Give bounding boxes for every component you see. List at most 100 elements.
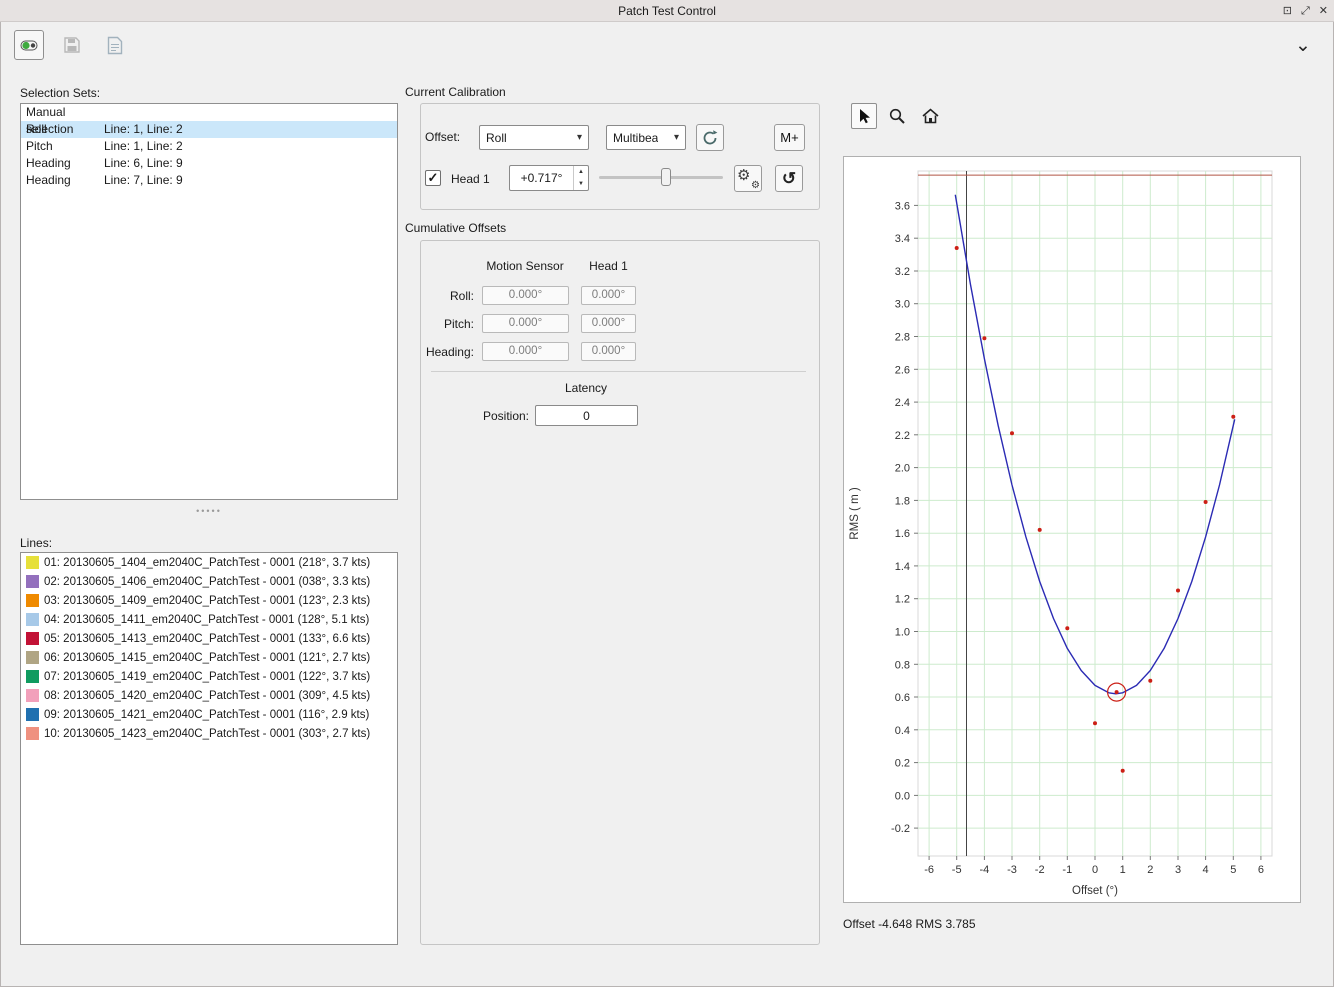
line-label: 04: 20130605_1411_em2040C_PatchTest - 00… — [44, 614, 369, 626]
patch-test-control-window: Patch Test Control ⊡ ⤢ ✕ — [0, 0, 1334, 987]
svg-text:1.8: 1.8 — [895, 495, 910, 507]
head1-offset-field: 0.000° — [581, 342, 636, 361]
line-color-swatch — [26, 556, 39, 569]
svg-text:0.4: 0.4 — [895, 725, 910, 737]
svg-text:-5: -5 — [952, 864, 962, 876]
line-item[interactable]: 05: 20130605_1413_em2040C_PatchTest - 00… — [21, 629, 397, 648]
svg-text:4: 4 — [1203, 864, 1209, 876]
checkmark-icon: ✓ — [428, 171, 439, 184]
calibration-chart[interactable]: -6-5-4-3-2-10123456-0.20.00.20.40.60.81.… — [844, 157, 1300, 902]
y-axis-label: RMS ( m ) — [849, 487, 861, 540]
line-item[interactable]: 10: 20130605_1423_em2040C_PatchTest - 00… — [21, 724, 397, 743]
titlebar[interactable]: Patch Test Control ⊡ ⤢ ✕ — [0, 0, 1334, 22]
window-title: Patch Test Control — [618, 4, 716, 18]
undo-icon: ↺ — [782, 170, 796, 187]
head1-offset-spinbox[interactable]: +0.717° ▲ ▼ — [509, 165, 589, 191]
line-item[interactable]: 02: 20130605_1406_em2040C_PatchTest - 00… — [21, 572, 397, 591]
cumulative-row-label: Heading: — [421, 345, 474, 359]
current-calibration-group: Offset: Roll ▾ Multibea ▾ M+ ✓ Head 1 +0… — [420, 103, 820, 210]
svg-text:3.6: 3.6 — [895, 200, 910, 212]
latency-separator — [431, 371, 806, 372]
settings-button[interactable]: ⚙ ⚙ — [734, 165, 762, 192]
line-color-swatch — [26, 727, 39, 740]
svg-text:-0.2: -0.2 — [891, 823, 910, 835]
slider-thumb[interactable] — [661, 168, 671, 186]
refresh-button[interactable] — [696, 124, 724, 151]
report-button[interactable] — [100, 30, 130, 60]
cumulative-offsets-group: Motion Sensor Head 1 Roll:0.000°0.000°Pi… — [420, 240, 820, 945]
maximize-icon[interactable]: ⤢ — [1301, 6, 1310, 17]
selection-set-lines: Line: 1, Line: 2 — [104, 138, 397, 155]
home-icon — [921, 107, 940, 125]
selection-set-row[interactable]: PitchLine: 1, Line: 2 — [21, 138, 397, 155]
collapse-toolbar-button[interactable]: ⌄ — [1290, 32, 1316, 58]
cumulative-row-label: Roll: — [421, 289, 474, 303]
head1-label: Head 1 — [451, 172, 490, 186]
selection-sets-label: Selection Sets: — [20, 86, 100, 100]
lines-list[interactable]: 01: 20130605_1404_em2040C_PatchTest - 00… — [20, 552, 398, 945]
position-row: Position: 0 — [421, 405, 761, 426]
line-color-swatch — [26, 594, 39, 607]
selection-set-row[interactable]: HeadingLine: 6, Line: 9 — [21, 155, 397, 172]
svg-text:2.0: 2.0 — [895, 463, 910, 475]
head1-column-header: Head 1 — [581, 259, 636, 273]
lines-label: Lines: — [20, 536, 52, 550]
close-icon[interactable]: ✕ — [1319, 6, 1328, 17]
svg-text:1.2: 1.2 — [895, 594, 910, 606]
pointer-tool-button[interactable] — [851, 103, 877, 129]
svg-text:-3: -3 — [1007, 864, 1017, 876]
line-label: 01: 20130605_1404_em2040C_PatchTest - 00… — [44, 557, 370, 569]
latency-header: Latency — [421, 381, 751, 395]
splitter-handle[interactable]: ••••• — [20, 505, 398, 517]
selection-set-lines — [104, 104, 397, 121]
gears-icon: ⚙ ⚙ — [737, 168, 759, 190]
line-item[interactable]: 08: 20130605_1420_em2040C_PatchTest - 00… — [21, 686, 397, 705]
line-label: 05: 20130605_1413_em2040C_PatchTest - 00… — [44, 633, 370, 645]
motion-sensor-offset-field: 0.000° — [482, 314, 569, 333]
selection-set-name: Roll — [26, 121, 104, 138]
selection-sets-list[interactable]: Manual selectionRollLine: 1, Line: 2Pitc… — [20, 103, 398, 500]
line-item[interactable]: 04: 20130605_1411_em2040C_PatchTest - 00… — [21, 610, 397, 629]
selection-set-name: Heading — [26, 172, 104, 189]
offset-type-select[interactable]: Roll ▾ — [479, 125, 589, 150]
current-calibration-header: Current Calibration — [405, 85, 506, 99]
line-color-swatch — [26, 689, 39, 702]
sonar-select[interactable]: Multibea ▾ — [606, 125, 686, 150]
line-item[interactable]: 03: 20130605_1409_em2040C_PatchTest - 00… — [21, 591, 397, 610]
toggle-display-button[interactable] — [14, 30, 44, 60]
line-item[interactable]: 01: 20130605_1404_em2040C_PatchTest - 00… — [21, 553, 397, 572]
selection-set-row[interactable]: HeadingLine: 7, Line: 9 — [21, 172, 397, 189]
line-label: 08: 20130605_1420_em2040C_PatchTest - 00… — [44, 690, 370, 702]
selection-set-row[interactable]: Manual selection — [21, 104, 397, 121]
spin-down-icon[interactable]: ▼ — [574, 178, 588, 190]
home-view-button[interactable] — [917, 103, 943, 129]
line-item[interactable]: 06: 20130605_1415_em2040C_PatchTest - 00… — [21, 648, 397, 667]
svg-text:5: 5 — [1230, 864, 1236, 876]
head1-checkbox[interactable]: ✓ — [425, 170, 441, 186]
line-label: 02: 20130605_1406_em2040C_PatchTest - 00… — [44, 576, 370, 588]
cumulative-row-label: Pitch: — [421, 317, 474, 331]
svg-text:-2: -2 — [1035, 864, 1045, 876]
float-window-icon[interactable]: ⊡ — [1283, 6, 1292, 17]
save-button[interactable] — [57, 30, 87, 60]
svg-text:3: 3 — [1175, 864, 1181, 876]
line-item[interactable]: 09: 20130605_1421_em2040C_PatchTest - 00… — [21, 705, 397, 724]
zoom-tool-button[interactable] — [884, 103, 910, 129]
svg-text:1.4: 1.4 — [895, 561, 910, 573]
line-color-swatch — [26, 708, 39, 721]
head1-offset-slider[interactable] — [599, 168, 723, 186]
spin-up-icon[interactable]: ▲ — [574, 166, 588, 178]
svg-text:3.4: 3.4 — [895, 233, 910, 245]
memory-plus-button[interactable]: M+ — [774, 124, 805, 151]
splitter-dots-icon: ••••• — [196, 506, 222, 516]
svg-text:1.6: 1.6 — [895, 528, 910, 540]
line-color-swatch — [26, 670, 39, 683]
line-item[interactable]: 07: 20130605_1419_em2040C_PatchTest - 00… — [21, 667, 397, 686]
position-input[interactable]: 0 — [535, 405, 638, 426]
selection-set-row[interactable]: RollLine: 1, Line: 2 — [21, 121, 397, 138]
chart-cursor-status: Offset -4.648 RMS 3.785 — [843, 917, 976, 931]
undo-button[interactable]: ↺ — [775, 165, 803, 192]
min-marker-dot — [1115, 690, 1119, 694]
line-label: 06: 20130605_1415_em2040C_PatchTest - 00… — [44, 652, 370, 664]
main-toolbar: ⌄ — [0, 22, 1334, 74]
